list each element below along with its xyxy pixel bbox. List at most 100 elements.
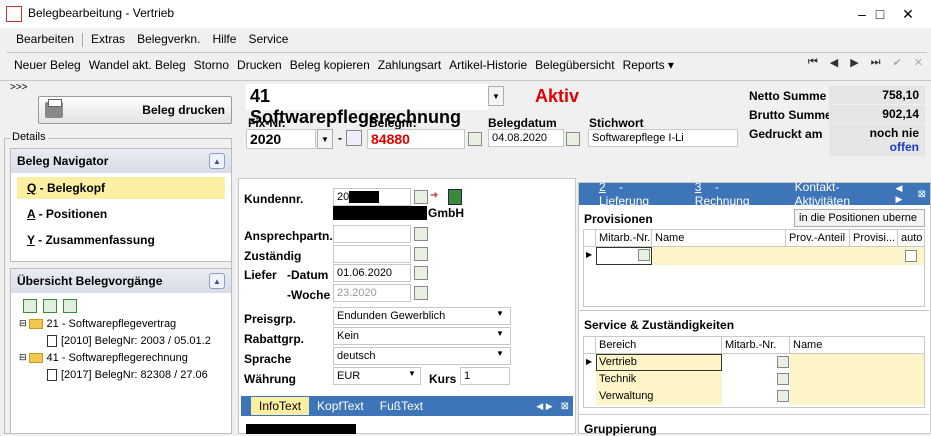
table-row[interactable]: Technik [584, 371, 924, 388]
menu-belegverkn[interactable]: Belegverkn. [131, 30, 206, 50]
copy-document-button[interactable]: Beleg kopieren [286, 56, 374, 76]
bereich-cell[interactable]: Vertrieb [596, 354, 722, 371]
expand-tree-icon[interactable] [43, 299, 57, 313]
ansprech-field[interactable] [333, 225, 411, 243]
menu-hilfe[interactable]: Hilfe [206, 30, 242, 50]
mitarb-cell[interactable] [722, 388, 790, 405]
nav-item-zusammenfassung[interactable]: Y - Zusammenfassung [17, 229, 225, 251]
mitarb-cell[interactable] [722, 371, 790, 388]
add-node-icon[interactable] [63, 299, 77, 313]
tree-node[interactable]: [2017] BelegNr: 82308 / 27.06 [19, 366, 231, 383]
cancel-icon[interactable]: ✕ [914, 56, 923, 69]
chevron-down-icon[interactable]: ▼ [488, 86, 504, 106]
name-cell[interactable] [790, 354, 924, 371]
table-row[interactable]: ▶ [584, 247, 924, 265]
lookup-icon[interactable] [346, 130, 362, 146]
document-overview-button[interactable]: Belegübersicht [531, 56, 618, 76]
close-button[interactable]: ✕ [885, 0, 931, 28]
kundennr-field[interactable]: 20 [333, 188, 411, 206]
chevron-down-icon[interactable]: ▼ [317, 129, 333, 149]
tree-node[interactable]: ⊟ 21 - Softwarepflegevertrag [19, 315, 231, 332]
first-record-icon[interactable]: ⏮ [808, 56, 818, 69]
lookup-icon[interactable] [777, 373, 789, 385]
edit-icon[interactable] [414, 190, 428, 204]
last-record-icon[interactable]: ⏭ [871, 56, 881, 69]
print-document-button[interactable]: Beleg drucken [38, 96, 232, 124]
lookup-icon[interactable] [777, 356, 789, 368]
calendar-icon[interactable] [414, 286, 428, 300]
address-book-icon[interactable] [448, 189, 462, 205]
edit-icon[interactable] [468, 132, 482, 146]
chevron-down-icon[interactable]: ▼ [496, 309, 504, 318]
column-header[interactable]: Mitarb.-Nr. [722, 337, 790, 353]
commission-cell[interactable] [850, 247, 898, 265]
storno-button[interactable]: Storno [190, 56, 233, 76]
auto-checkbox[interactable] [905, 250, 917, 262]
lieferwoche-field[interactable]: 23.2020 [333, 284, 411, 302]
name-cell[interactable] [790, 371, 924, 388]
calendar-icon[interactable] [414, 266, 428, 280]
refresh-icon[interactable] [23, 299, 37, 313]
collapse-icon[interactable]: ▲ [209, 153, 225, 169]
zustaendig-field[interactable] [333, 245, 411, 263]
print-button[interactable]: Drucken [233, 56, 286, 76]
scroll-tabs-icon[interactable]: ◀ ▶ [532, 401, 556, 412]
name-cell[interactable] [652, 247, 786, 265]
rabattgrp-select[interactable]: Kein [333, 327, 511, 345]
bereich-cell[interactable]: Technik [596, 371, 722, 388]
tab-infotext[interactable]: InfoText [251, 397, 310, 415]
lookup-icon[interactable] [777, 390, 789, 402]
tree-node[interactable]: ⊟ 41 - Softwarepflegerechnung [19, 349, 231, 366]
close-tab-icon[interactable]: ⊠ [914, 189, 930, 200]
mitarb-cell[interactable] [722, 354, 790, 371]
belegnr-field[interactable]: 84880 [367, 129, 465, 149]
lookup-icon[interactable] [414, 227, 428, 241]
payment-method-button[interactable]: Zahlungsart [374, 56, 445, 76]
kurs-field[interactable]: 1 [460, 367, 510, 385]
calendar-icon[interactable] [566, 132, 580, 146]
reports-menu[interactable]: Reports ▾ [619, 56, 678, 76]
stichwort-field[interactable]: Softwarepflege I-Li [588, 129, 738, 147]
lookup-icon[interactable] [414, 247, 428, 261]
belegdatum-field[interactable]: 04.08.2020 [488, 129, 564, 147]
auto-cell[interactable] [898, 247, 924, 265]
column-header[interactable]: Bereich [596, 337, 722, 353]
menu-extras[interactable]: Extras [85, 30, 131, 50]
tab-fusstext[interactable]: FußText [372, 397, 431, 415]
column-header[interactable]: Name [790, 337, 924, 353]
sprache-select[interactable]: deutsch [333, 347, 511, 365]
column-header[interactable]: Provisi... [850, 230, 898, 246]
nav-item-belegkopf[interactable]: Q - Belegkopf [17, 177, 225, 199]
tab-kontakt[interactable]: Kontakt-Aktivitäten [785, 180, 892, 208]
column-header[interactable]: auto [898, 230, 924, 246]
new-document-button[interactable]: Neuer Beleg [10, 56, 85, 76]
name-cell[interactable] [790, 388, 924, 405]
next-record-icon[interactable]: ▶ [850, 56, 858, 69]
column-header[interactable]: Prov.-Anteil [786, 230, 850, 246]
document-type-select[interactable]: 41 Softwarepflegerechnung [246, 84, 488, 127]
share-cell[interactable] [786, 247, 850, 265]
column-header[interactable]: Mitarb.-Nr. [596, 230, 652, 246]
fix-field[interactable]: 2020 [246, 129, 316, 149]
lookup-icon[interactable] [638, 249, 650, 261]
transfer-to-positions-button[interactable]: in die Positionen uberne [794, 209, 925, 227]
chevron-down-icon[interactable]: ▼ [408, 369, 416, 378]
chevron-down-icon[interactable]: ▼ [496, 349, 504, 358]
bereich-cell[interactable]: Verwaltung [596, 388, 722, 405]
close-tab-icon[interactable]: ⊠ [557, 401, 573, 412]
prev-record-icon[interactable]: ◀ [830, 56, 838, 69]
tab-kopftext[interactable]: KopfText [309, 397, 372, 415]
nav-item-positionen[interactable]: A - Positionen [17, 203, 225, 225]
forward-icon[interactable]: ➜ [430, 190, 444, 204]
tab-lieferung[interactable]: 2 - Lieferung [589, 180, 685, 208]
column-header[interactable]: Name [652, 230, 786, 246]
tree-node[interactable]: [2010] BelegNr: 2003 / 05.01.2 [19, 332, 231, 349]
lieferdatum-field[interactable]: 01.06.2020 [333, 264, 411, 282]
convert-document-button[interactable]: Wandel akt. Beleg [85, 56, 190, 76]
table-row[interactable]: ▶ Vertrieb [584, 354, 924, 371]
confirm-icon[interactable]: ✔ [893, 56, 902, 69]
article-history-button[interactable]: Artikel-Historie [445, 56, 531, 76]
mitarb-cell[interactable] [596, 247, 652, 265]
collapse-icon[interactable]: ▲ [209, 273, 225, 289]
menu-bearbeiten[interactable]: Bearbeiten [10, 30, 80, 50]
